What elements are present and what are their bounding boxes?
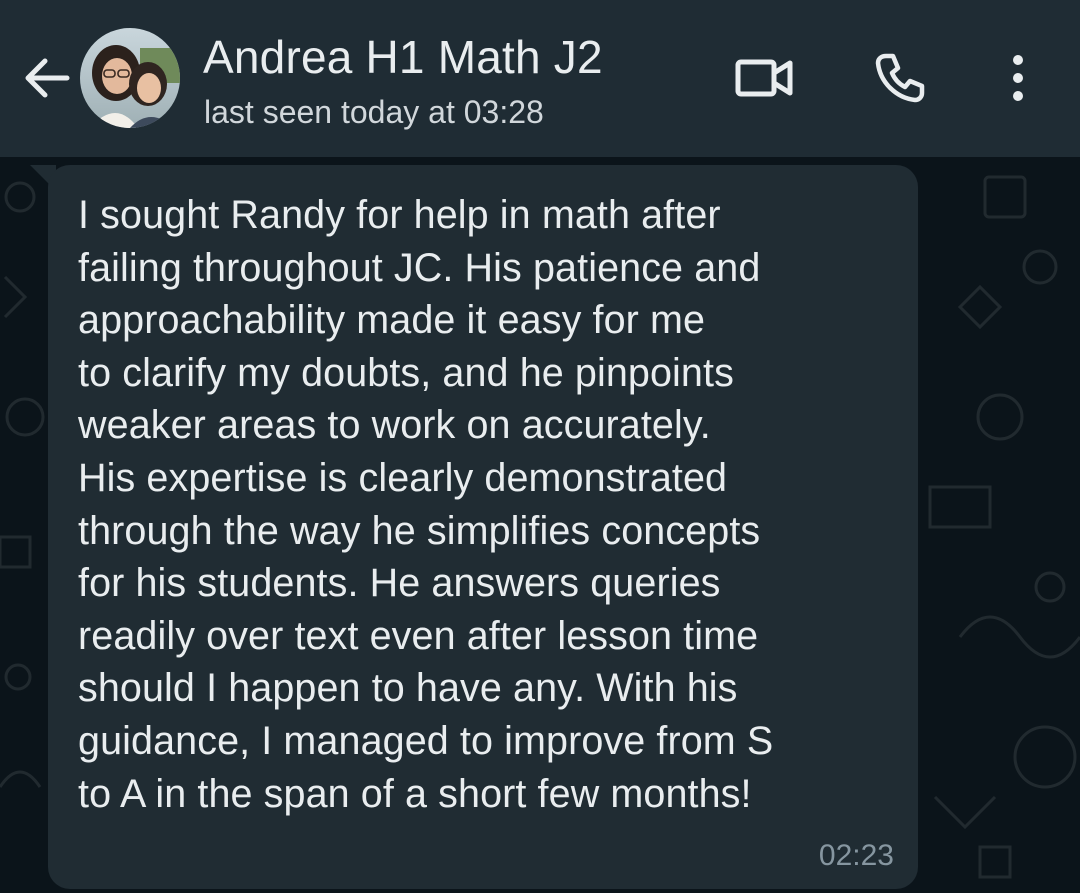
arrow-left-icon — [25, 58, 70, 98]
chat-screen: Andrea H1 Math J2 last seen today at 03:… — [0, 0, 1080, 893]
voice-call-button[interactable] — [864, 48, 936, 108]
more-options-button[interactable] — [994, 48, 1042, 108]
more-vertical-icon — [1013, 55, 1023, 101]
video-call-button[interactable] — [728, 48, 800, 108]
last-seen-status: last seen today at 03:28 — [204, 94, 544, 130]
back-button[interactable] — [18, 48, 74, 108]
profile-photo — [80, 28, 180, 128]
message-text: I sought Randy for help in math after fa… — [78, 193, 774, 816]
chat-header: Andrea H1 Math J2 last seen today at 03:… — [0, 0, 1080, 157]
contact-name[interactable]: Andrea H1 Math J2 — [203, 30, 603, 84]
avatar[interactable] — [80, 28, 180, 128]
message-timestamp: 02:23 — [818, 839, 894, 872]
video-camera-icon — [735, 59, 793, 97]
chat-area[interactable]: I sought Randy for help in math after fa… — [0, 157, 1080, 893]
phone-icon — [875, 53, 925, 103]
incoming-message-bubble[interactable]: I sought Randy for help in math after fa… — [48, 165, 918, 889]
